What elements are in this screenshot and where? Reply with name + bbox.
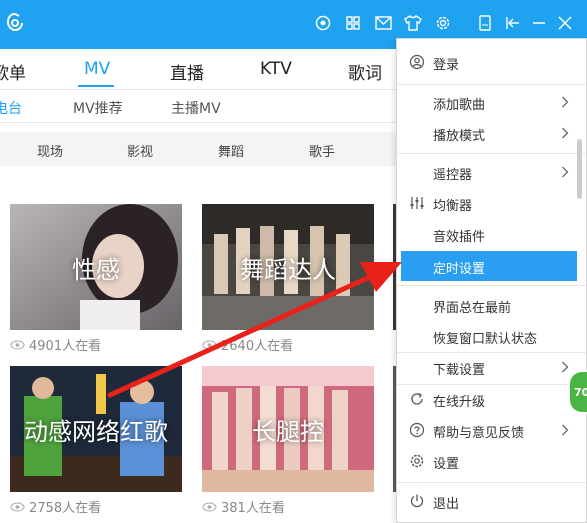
menu-item-restore-window[interactable]: 恢复窗口默认状态 xyxy=(397,321,586,351)
menu-item-label: 设置 xyxy=(433,457,460,472)
menu-item-label: 定时设置 xyxy=(433,262,486,277)
gear-icon xyxy=(410,454,424,468)
filter-film[interactable]: 影视 xyxy=(127,141,153,160)
chevron-right-icon xyxy=(562,127,569,139)
view-count-text: 4901人在看 xyxy=(29,339,102,354)
mv-tile[interactable]: 性感 xyxy=(10,204,182,330)
menu-item-online-upgrade[interactable]: 在线升级 xyxy=(397,384,586,414)
view-count: 2640人在看 xyxy=(202,335,293,354)
tab-playlist[interactable]: 歌单 xyxy=(0,59,26,84)
mini-mode-icon[interactable] xyxy=(476,14,494,32)
menu-item-login[interactable]: 登录 xyxy=(397,47,586,77)
menu-item-help-feedback[interactable]: 帮助与意见反馈 xyxy=(397,415,586,445)
collapse-icon[interactable] xyxy=(504,14,522,32)
apps-grid-icon[interactable] xyxy=(344,14,362,32)
chevron-right-icon xyxy=(562,96,569,108)
active-tab-indicator xyxy=(78,85,114,87)
tile-caption: 性感 xyxy=(72,256,120,284)
menu-item-label: 帮助与意见反馈 xyxy=(433,426,525,441)
close-icon[interactable] xyxy=(556,14,574,32)
view-count: 2758人在看 xyxy=(10,497,101,516)
view-count-text: 2640人在看 xyxy=(221,339,294,354)
mv-tile[interactable]: 长腿控 xyxy=(202,366,374,492)
view-count: 4901人在看 xyxy=(10,335,101,354)
chevron-right-icon xyxy=(562,166,569,178)
menu-item-play-mode[interactable]: 播放模式 xyxy=(397,118,586,148)
menu-item-sound-plugins[interactable]: 音效插件 xyxy=(397,219,586,249)
menu-separator xyxy=(397,84,586,85)
menu-item-label: 登录 xyxy=(433,58,460,73)
eye-icon xyxy=(202,502,217,511)
eye-icon xyxy=(10,340,25,349)
subtab-mv-recommend[interactable]: MV推荐 xyxy=(73,98,123,118)
tab-live[interactable]: 直播 xyxy=(170,59,204,84)
menu-scrollbar[interactable] xyxy=(577,139,582,199)
filter-singer[interactable]: 歌手 xyxy=(309,141,335,160)
eye-icon xyxy=(202,340,217,349)
menu-item-label: 播放模式 xyxy=(433,129,486,144)
minimize-icon[interactable] xyxy=(530,14,548,32)
filter-live-scene[interactable]: 现场 xyxy=(37,141,63,160)
tile-caption: 动感网络红歌 xyxy=(24,418,168,446)
tile-caption: 舞蹈达人 xyxy=(240,256,336,284)
menu-separator xyxy=(397,153,586,154)
help-circle-icon xyxy=(409,422,425,438)
menu-separator xyxy=(397,482,586,483)
equalizer-icon xyxy=(410,197,424,209)
menu-item-timer-settings[interactable]: 定时设置 xyxy=(401,251,577,281)
filter-dance[interactable]: 舞蹈 xyxy=(218,141,244,160)
subtab-anchor-mv[interactable]: 主播MV xyxy=(171,98,221,118)
tab-mv[interactable]: MV xyxy=(84,59,110,79)
power-icon xyxy=(410,494,424,508)
menu-item-label: 添加歌曲 xyxy=(433,98,486,113)
view-count-text: 2758人在看 xyxy=(29,501,102,516)
mv-tile[interactable]: 动感网络红歌 xyxy=(10,366,182,492)
menu-item-label: 恢复窗口默认状态 xyxy=(433,332,538,347)
app-logo-icon[interactable] xyxy=(6,12,24,32)
menu-item-equalizer[interactable]: 均衡器 xyxy=(397,188,586,218)
refresh-icon xyxy=(411,392,423,405)
subtab-radio[interactable]: 电台 xyxy=(0,98,22,118)
tab-lyrics[interactable]: 歌词 xyxy=(348,59,382,84)
menu-item-exit[interactable]: 退出 xyxy=(397,486,586,516)
menu-item-label: 音效插件 xyxy=(433,230,486,245)
menu-item-settings[interactable]: 设置 xyxy=(397,446,586,476)
menu-item-download-settings[interactable]: 下载设置 xyxy=(397,352,586,382)
mail-icon[interactable] xyxy=(374,14,392,32)
menu-item-label: 遥控器 xyxy=(433,168,473,183)
badge-text: 70 xyxy=(574,385,587,399)
tab-ktv[interactable]: KTV xyxy=(260,59,292,79)
eye-icon xyxy=(10,502,25,511)
menu-item-label: 在线升级 xyxy=(433,395,486,410)
menu-item-label: 界面总在最前 xyxy=(433,301,512,316)
skin-shirt-icon[interactable] xyxy=(404,14,422,32)
mv-tile[interactable]: 舞蹈达人 xyxy=(202,204,374,330)
chevron-right-icon xyxy=(562,361,569,373)
view-count: 381人在看 xyxy=(202,497,285,516)
record-icon[interactable] xyxy=(314,14,332,32)
menu-separator xyxy=(397,285,586,286)
view-count-text: 381人在看 xyxy=(221,501,285,516)
menu-item-always-on-top[interactable]: 界面总在最前 xyxy=(397,290,586,320)
gear-icon[interactable] xyxy=(434,14,452,32)
chevron-right-icon xyxy=(562,424,569,436)
menu-item-label: 均衡器 xyxy=(433,199,473,214)
menu-item-label: 下载设置 xyxy=(433,363,486,378)
main-menu-dropdown: 登录 添加歌曲 播放模式 遥控器 均衡器 音效插件 定时设置 界面总在最前 恢复… xyxy=(396,38,587,523)
menu-item-label: 退出 xyxy=(433,497,460,512)
tile-caption: 长腿控 xyxy=(252,418,324,446)
menu-item-add-songs[interactable]: 添加歌曲 xyxy=(397,87,586,117)
menu-item-remote[interactable]: 遥控器 xyxy=(397,157,586,187)
user-circle-icon xyxy=(409,54,425,70)
speed-badge[interactable]: 70 xyxy=(568,370,587,414)
